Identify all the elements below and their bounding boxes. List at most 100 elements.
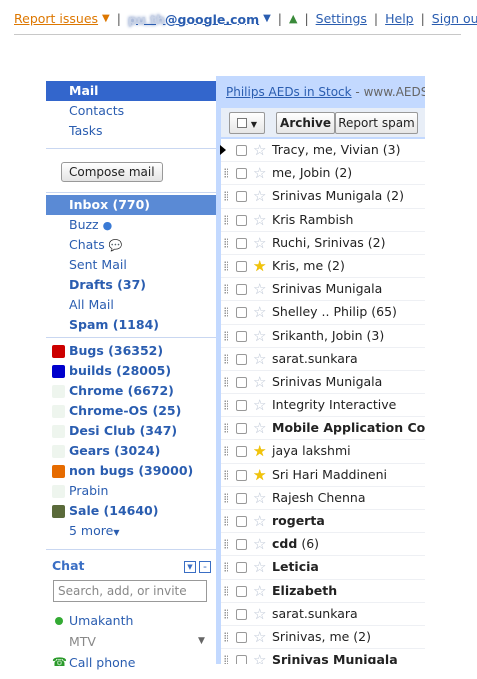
- nav-drafts[interactable]: Drafts (37): [46, 275, 217, 295]
- row-checkbox[interactable]: [236, 631, 247, 643]
- star-icon[interactable]: ★: [253, 255, 266, 277]
- chat-minimize-icon[interactable]: –: [199, 561, 211, 573]
- conversation-row[interactable]: ★ Kris, me (2): [221, 255, 425, 279]
- report-dropdown-icon[interactable]: ▼: [102, 13, 110, 24]
- star-icon[interactable]: ☆: [253, 185, 266, 207]
- drag-handle-icon[interactable]: [224, 585, 228, 596]
- label-item[interactable]: Sale (14640): [46, 501, 217, 521]
- label-item[interactable]: Bugs (36352): [46, 341, 217, 361]
- row-checkbox[interactable]: [236, 562, 247, 574]
- conversation-row[interactable]: ☆ Kris Rambish: [221, 209, 425, 232]
- settings-link[interactable]: Settings: [316, 11, 367, 26]
- label-item[interactable]: Desi Club (347): [46, 421, 217, 441]
- star-icon[interactable]: ☆: [253, 394, 266, 416]
- nav-inbox[interactable]: Inbox (770): [46, 195, 217, 215]
- conversation-row[interactable]: ★ Sri Hari Maddineni: [221, 464, 425, 487]
- nav-contacts[interactable]: Contacts: [46, 101, 217, 121]
- drag-handle-icon[interactable]: [224, 516, 228, 526]
- star-icon[interactable]: ☆: [253, 162, 266, 184]
- drag-handle-icon[interactable]: [224, 608, 228, 619]
- star-icon[interactable]: ☆: [253, 580, 266, 602]
- conversation-row[interactable]: ☆ Srinivas Munigala: [221, 649, 425, 664]
- star-icon[interactable]: ☆: [253, 348, 266, 370]
- nav-mail[interactable]: Mail: [46, 81, 217, 101]
- conversation-row[interactable]: ☆ Shelley .. Philip (65): [221, 301, 425, 325]
- chevron-down-icon[interactable]: ▼: [198, 631, 205, 652]
- row-checkbox[interactable]: [236, 191, 247, 203]
- conversation-row[interactable]: ☆ Ruchi, Srinivas (2): [221, 232, 425, 255]
- report-spam-button[interactable]: Report spam: [335, 112, 418, 134]
- drag-handle-icon[interactable]: [224, 631, 228, 642]
- nav-sent-mail[interactable]: Sent Mail: [46, 255, 217, 275]
- help-link[interactable]: Help: [385, 11, 414, 26]
- conversation-row[interactable]: ☆ Srinivas Munigala: [221, 371, 425, 395]
- conversation-row[interactable]: ☆ sarat.sunkara: [221, 603, 425, 626]
- star-icon[interactable]: ☆: [253, 417, 266, 439]
- archive-button[interactable]: Archive: [276, 112, 335, 134]
- chat-contact[interactable]: ▼ MTV: [46, 631, 217, 652]
- conversation-row[interactable]: ☆ Rajesh Chenna: [221, 487, 425, 510]
- nav-chats[interactable]: Chats 💬: [46, 235, 217, 255]
- star-icon[interactable]: ☆: [253, 626, 266, 648]
- row-checkbox[interactable]: [236, 446, 247, 458]
- account-email[interactable]: pu th@google.com: [128, 11, 259, 27]
- label-item[interactable]: builds (28005): [46, 361, 217, 381]
- chat-search-input[interactable]: Search, add, or invite: [53, 580, 207, 602]
- drag-handle-icon[interactable]: [224, 400, 228, 411]
- nav-all-mail[interactable]: All Mail: [46, 295, 217, 315]
- drag-handle-icon[interactable]: [224, 330, 228, 341]
- conversation-row[interactable]: ☆ me, Jobin (2): [221, 162, 425, 186]
- conversation-row[interactable]: ☆ Leticia: [221, 556, 425, 580]
- star-icon[interactable]: ☆: [253, 603, 266, 625]
- chat-contact[interactable]: Umakanth: [46, 610, 217, 631]
- nav-spam[interactable]: Spam (1184): [46, 315, 217, 335]
- drag-handle-icon[interactable]: [224, 191, 228, 202]
- drag-handle-icon[interactable]: [224, 655, 228, 664]
- conversation-row[interactable]: ☆ sarat.sunkara: [221, 348, 425, 371]
- drag-handle-icon[interactable]: [224, 376, 228, 387]
- label-item[interactable]: non bugs (39000): [46, 461, 217, 481]
- drag-handle-icon[interactable]: [224, 353, 228, 364]
- drag-handle-icon[interactable]: [224, 469, 228, 480]
- row-checkbox[interactable]: [236, 145, 247, 156]
- conversation-row[interactable]: ☆ Mobile Application Comm: [221, 417, 425, 441]
- labs-flask-icon[interactable]: ▲: [289, 12, 297, 25]
- label-item[interactable]: Gears (3024): [46, 441, 217, 461]
- row-checkbox[interactable]: [236, 539, 247, 551]
- row-checkbox[interactable]: [236, 237, 247, 249]
- sign-out-link[interactable]: Sign out: [432, 11, 477, 26]
- conversation-row[interactable]: ☆ Srinivas Munigala (2): [221, 185, 425, 209]
- drag-handle-icon[interactable]: [224, 168, 228, 179]
- nav-tasks[interactable]: Tasks: [46, 121, 217, 141]
- web-clip-ad[interactable]: Philips AEDs in Stock - www.AEDSu: [216, 76, 425, 103]
- star-icon[interactable]: ☆: [253, 325, 266, 347]
- conversation-row[interactable]: ☆ Srikanth, Jobin (3): [221, 325, 425, 348]
- conversation-row[interactable]: ★ jaya lakshmi: [221, 440, 425, 464]
- star-icon[interactable]: ☆: [253, 301, 266, 323]
- row-checkbox[interactable]: [236, 492, 247, 504]
- drag-handle-icon[interactable]: [224, 260, 228, 271]
- star-icon[interactable]: ★: [253, 440, 266, 462]
- conversation-row[interactable]: ☆ Srinivas Munigala: [221, 278, 425, 302]
- conversation-row[interactable]: ☆ Elizabeth: [221, 580, 425, 603]
- label-item[interactable]: Prabin: [46, 481, 217, 501]
- call-phone-link[interactable]: ☎ Call phone: [46, 652, 217, 673]
- row-checkbox[interactable]: [236, 655, 247, 664]
- drag-handle-icon[interactable]: [224, 562, 228, 573]
- star-icon[interactable]: ☆: [253, 209, 266, 231]
- select-dropdown-button[interactable]: ▼: [229, 112, 265, 134]
- row-checkbox[interactable]: [236, 330, 247, 342]
- row-checkbox[interactable]: [236, 376, 247, 388]
- row-checkbox[interactable]: [236, 423, 247, 435]
- conversation-row[interactable]: ☆ Srinivas, me (2): [221, 626, 425, 650]
- drag-handle-icon[interactable]: [224, 237, 228, 248]
- row-checkbox[interactable]: [236, 260, 247, 272]
- star-icon[interactable]: ★: [253, 464, 266, 486]
- more-labels-link[interactable]: 5 more▼: [46, 521, 217, 541]
- drag-handle-icon[interactable]: [224, 446, 228, 457]
- star-icon[interactable]: ☆: [253, 139, 266, 161]
- row-checkbox[interactable]: [236, 307, 247, 319]
- star-icon[interactable]: ☆: [253, 371, 266, 393]
- ad-title[interactable]: Philips AEDs in Stock: [226, 85, 352, 99]
- row-checkbox[interactable]: [236, 469, 247, 481]
